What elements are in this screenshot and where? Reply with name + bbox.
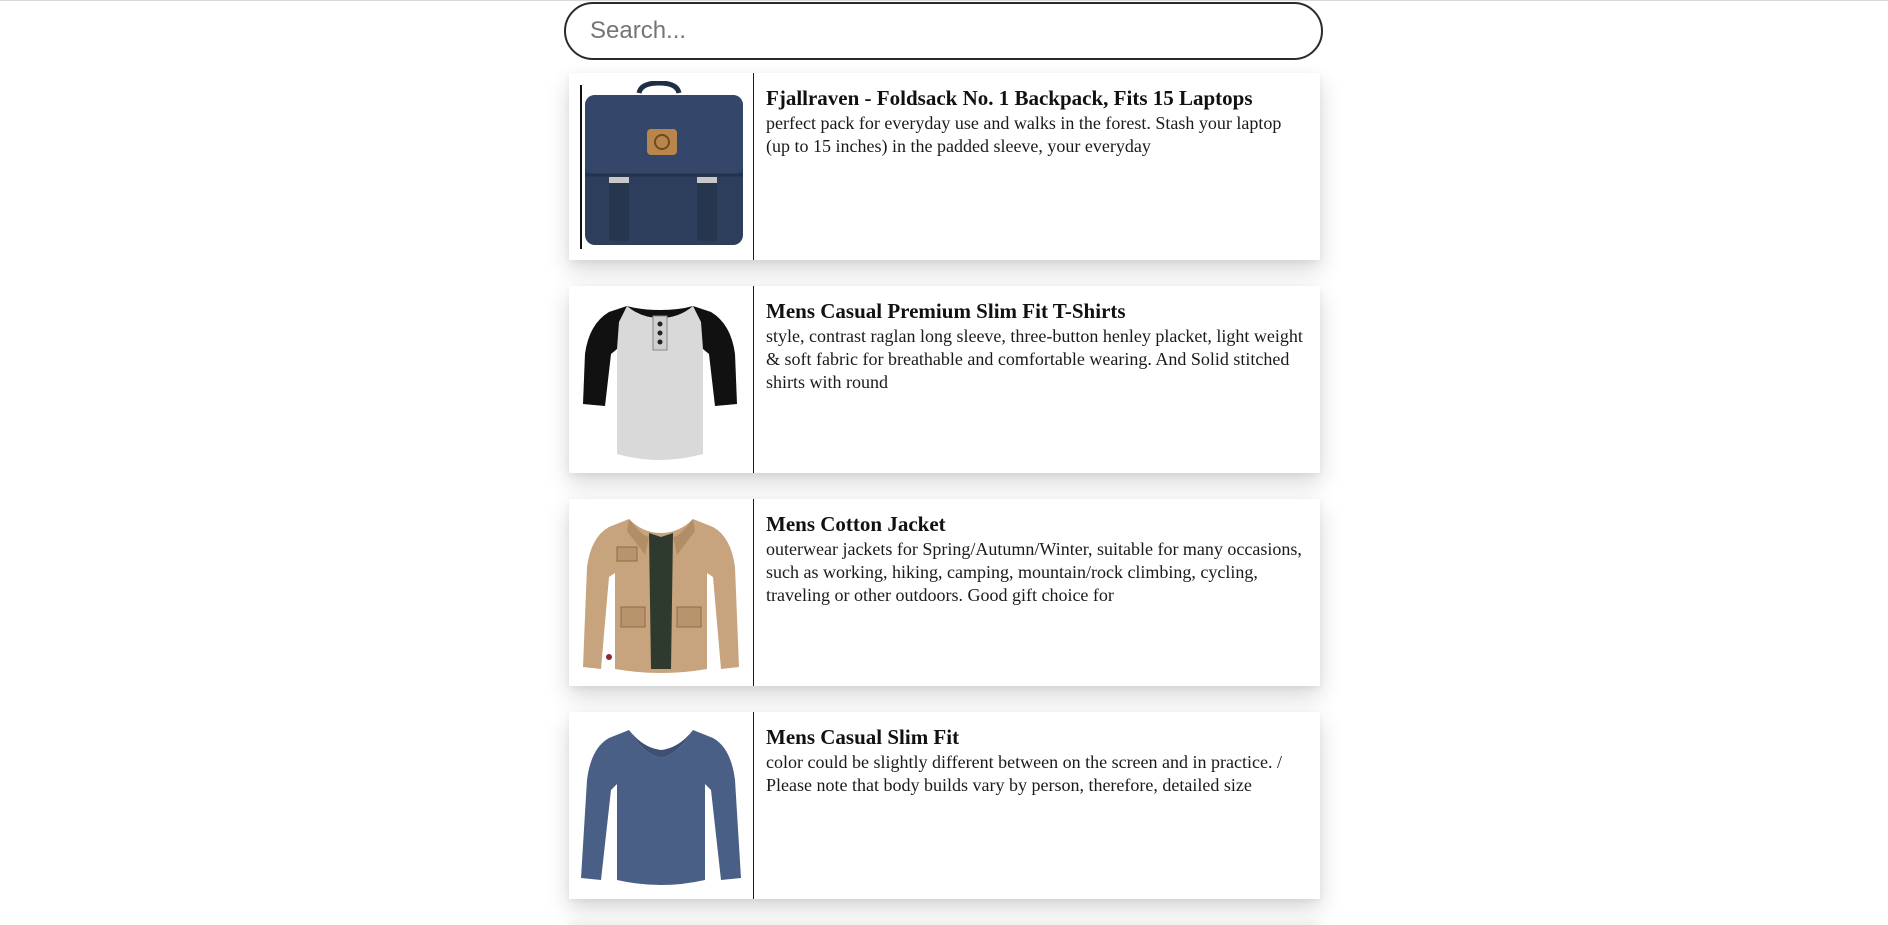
product-info: Mens Casual Premium Slim Fit T-Shirts st… [754,286,1320,473]
product-title[interactable]: Mens Casual Slim Fit [766,724,1308,751]
product-thumbnail[interactable] [569,499,754,686]
product-title[interactable]: Fjallraven - Foldsack No. 1 Backpack, Fi… [766,85,1308,112]
product-info: Mens Cotton Jacket outerwear jackets for… [754,499,1320,686]
product-card[interactable]: Mens Casual Slim Fit color could be slig… [569,712,1320,899]
jacket-image [583,519,739,673]
product-card[interactable]: Fjallraven - Foldsack No. 1 Backpack, Fi… [569,73,1320,260]
product-description: color could be slightly different betwee… [766,752,1282,795]
product-card[interactable]: Mens Cotton Jacket outerwear jackets for… [569,499,1320,686]
product-thumbnail[interactable] [569,73,754,260]
product-description: perfect pack for everyday use and walks … [766,113,1282,156]
product-info: Fjallraven - Foldsack No. 1 Backpack, Fi… [754,73,1320,260]
product-description: style, contrast raglan long sleeve, thre… [766,326,1303,392]
product-title[interactable]: Mens Cotton Jacket [766,511,1308,538]
product-list: Fjallraven - Foldsack No. 1 Backpack, Fi… [569,73,1320,925]
product-thumbnail[interactable] [569,712,754,899]
product-title[interactable]: Mens Casual Premium Slim Fit T-Shirts [766,298,1308,325]
longsleeve-image [581,730,741,885]
product-card[interactable]: Mens Casual Premium Slim Fit T-Shirts st… [569,286,1320,473]
top-divider [0,0,1888,1]
search-input[interactable] [564,2,1323,60]
tshirt-image [583,306,737,460]
product-thumbnail[interactable] [569,286,754,473]
product-info: Mens Casual Slim Fit color could be slig… [754,712,1320,899]
search-bar [564,2,1323,60]
product-description: outerwear jackets for Spring/Autumn/Wint… [766,539,1302,605]
backpack-image [580,81,743,249]
